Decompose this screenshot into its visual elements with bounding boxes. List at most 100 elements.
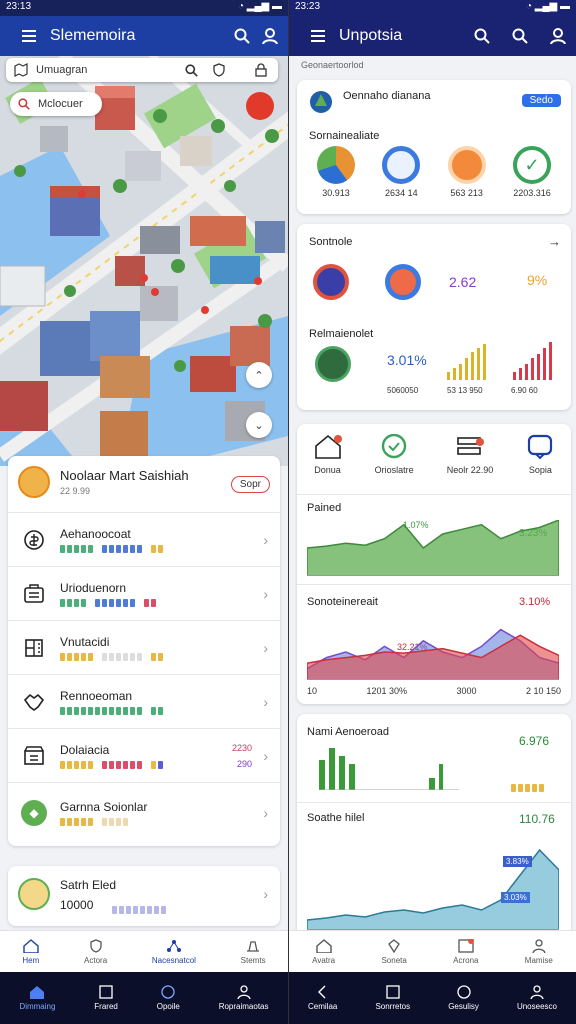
sys-nav-sonrretos[interactable]: Sonrretos: [375, 985, 410, 1011]
search-icon[interactable]: [474, 28, 490, 44]
shortcut-item[interactable]: Neolr 22.90: [447, 434, 493, 475]
nav-home[interactable]: Hem: [22, 938, 39, 965]
nav-actora[interactable]: Actora: [84, 938, 107, 965]
status-icons: ◔ ▂▄▆ ▬: [525, 1, 570, 12]
stat-item[interactable]: ✓ 2203.316: [501, 146, 563, 198]
performance-chart-value: 110.76: [519, 812, 555, 826]
shortcut-item[interactable]: Sopia: [526, 434, 554, 475]
list-item-4[interactable]: Dolaiacia 2230 290 ›: [8, 728, 280, 782]
performance-value: 6.976: [519, 734, 550, 748]
compass-button[interactable]: ⌃: [246, 362, 272, 388]
circle-icon: [161, 985, 175, 999]
chart-tag: 3.83%: [503, 856, 532, 867]
back-icon: [317, 985, 326, 999]
rating-bar: [112, 906, 166, 914]
sys-nav-opoile[interactable]: Opoile: [157, 985, 180, 1011]
lock-icon[interactable]: [254, 63, 268, 77]
stat-item[interactable]: 2634 14: [370, 146, 432, 198]
nav-avatra[interactable]: Avatra: [312, 938, 335, 965]
message-icon: [528, 434, 553, 460]
app-bottom-nav: Hem Actora Nacesnatcol Stemts: [0, 930, 288, 972]
left-screen: 23:13 ◔ ▂▄▆ ▬ Slememoira Umuagran Mclocu…: [0, 0, 288, 1024]
sys-nav-home[interactable]: Dimmaing: [19, 985, 55, 1011]
overview-badge[interactable]: Sedo: [521, 94, 561, 107]
metric-value: 9%: [527, 272, 548, 288]
map-search-text: Umuagran: [36, 64, 88, 76]
shortcut-item[interactable]: Orioslatre: [375, 433, 414, 475]
chart-icon: [458, 938, 474, 953]
metric-value: 6.90 60: [511, 386, 538, 395]
status-time: 23:23: [295, 1, 321, 12]
arrow-right-icon[interactable]: →: [548, 234, 561, 249]
summary-card[interactable]: Satrh Eled 10000 ›: [8, 866, 280, 926]
nav-stemts[interactable]: Stemts: [241, 939, 266, 965]
nav-acrona[interactable]: Acrona: [453, 938, 478, 965]
search-icon[interactable]: [234, 28, 250, 44]
tablet-icon: [99, 985, 113, 999]
globe-icon: [456, 985, 471, 999]
shield-icon[interactable]: [212, 63, 226, 77]
tablet-icon: [386, 985, 400, 999]
profile-icon[interactable]: [550, 28, 566, 44]
nav-soneta[interactable]: Soneta: [381, 938, 407, 965]
list-item-3[interactable]: Rennoeoman ›: [8, 674, 280, 728]
home-icon: [30, 986, 45, 999]
chart-series-area: [307, 634, 559, 680]
sys-nav-ropraimaotas[interactable]: Ropraimaotas: [219, 985, 269, 1011]
list-item-1[interactable]: Urioduenorn ›: [8, 566, 280, 620]
stat-item[interactable]: 563 213: [436, 146, 498, 198]
menu-icon[interactable]: [22, 30, 36, 42]
search-icon[interactable]: [512, 28, 528, 44]
user-icon: [532, 938, 546, 953]
extra-value-1: 2230: [231, 743, 252, 753]
list-item-0[interactable]: Aehanoocoat ›: [8, 512, 280, 566]
shortcut-item[interactable]: Donua: [314, 434, 342, 475]
sys-nav-cemilaa[interactable]: Cemilaa: [308, 985, 337, 1011]
place-title: Noolaar Mart Saishiah: [60, 468, 189, 483]
metric-note: 5060050: [387, 386, 419, 395]
list-item-2[interactable]: Vnutacidi ›: [8, 620, 280, 674]
metrics-card: Sontnole → 2.62 9% Relmaienolet 3.01% 50…: [297, 224, 571, 410]
app-bar: Unpotsia: [289, 16, 576, 56]
locate-button[interactable]: ⌄: [246, 412, 272, 438]
stat-item[interactable]: 30.913: [305, 146, 367, 198]
stat-row: 30.913 2634 14 563 213 ✓ 2203.316: [305, 146, 563, 198]
place-subtitle: 22 9.99: [60, 486, 91, 496]
leaf-icon: [310, 91, 332, 113]
sys-nav-unoseesco[interactable]: Unoseesco: [517, 985, 557, 1011]
map-search-bar[interactable]: Umuagran: [6, 58, 278, 82]
status-bar: 23:23 ◔ ▂▄▆ ▬: [289, 0, 576, 16]
bar-sparkline: [513, 342, 552, 380]
search-icon[interactable]: [185, 63, 198, 77]
chart2-right: 3.10%: [519, 596, 551, 608]
location-chip[interactable]: Mclocuer: [10, 92, 102, 116]
nav-mamise[interactable]: Mamise: [525, 938, 553, 965]
system-nav: Cemilaa Sonrretos Gesulisy Unoseesco: [289, 972, 576, 1024]
location-chip-text: Mclocuer: [38, 98, 83, 110]
stat-chart-icon: [317, 146, 355, 184]
chevron-right-icon: ›: [263, 693, 268, 710]
overview-card: Oennaho dianana Sedo Sornainealiate 30.9…: [297, 80, 571, 214]
sys-nav-gesulisy[interactable]: Gesulisy: [448, 985, 479, 1011]
area-chart-1[interactable]: [307, 520, 559, 576]
sys-nav-frared[interactable]: Frared: [94, 985, 118, 1011]
area-chart-2[interactable]: [307, 624, 559, 680]
chevron-right-icon: ›: [263, 531, 268, 548]
list-item-5[interactable]: ◆ Garnna Soionlar ›: [8, 782, 280, 842]
place-action-button[interactable]: Sopr: [230, 476, 270, 493]
leaf-icon: [388, 938, 400, 953]
nav-nacesnatcol[interactable]: Nacesnatcol: [152, 939, 196, 965]
chevron-right-icon: ›: [263, 886, 268, 902]
avatar[interactable]: [18, 466, 50, 498]
city-map[interactable]: Umuagran Mclocuer ⌃ ⌄: [0, 56, 288, 466]
list-item-label: Vnutacidi: [60, 634, 110, 649]
performance-card: Nami Aenoeroad 6.976 Soathe hilel 110.76…: [297, 714, 571, 936]
app-bar: Slememoira: [0, 16, 288, 56]
list-item-label: Aehanoocoat: [60, 526, 131, 541]
chart-tag: 3.03%: [501, 892, 530, 903]
alert-marker[interactable]: [246, 92, 274, 120]
area-chart-3[interactable]: [307, 840, 559, 930]
status-bar: 23:13 ◔ ▂▄▆ ▬: [0, 0, 288, 16]
profile-icon[interactable]: [262, 28, 278, 44]
menu-icon[interactable]: [311, 30, 325, 42]
